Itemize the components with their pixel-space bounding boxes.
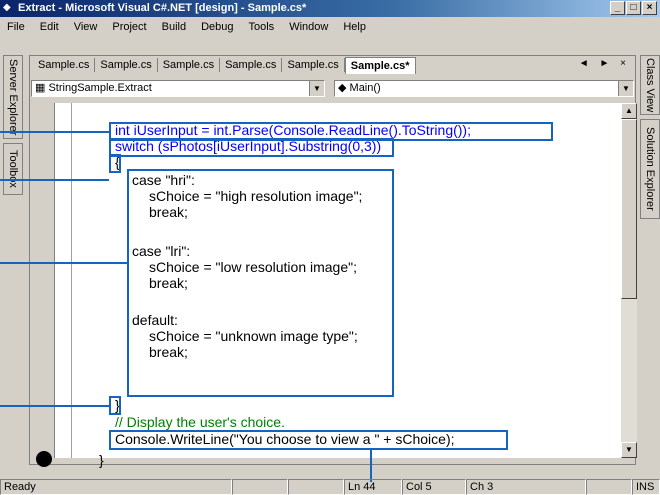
member-combo-value: Main() [349,82,381,94]
method-icon: ◆ [338,82,347,94]
doc-tab[interactable]: Sample.cs [95,58,158,72]
menu-project[interactable]: Project [105,21,154,33]
callout-line [0,131,109,133]
tab-navigation-icons[interactable]: ◄ ► × [579,58,630,69]
class-view-tab[interactable]: Class View [640,55,660,115]
highlight-box [109,396,121,415]
highlight-box [127,169,394,397]
title-bar: ◆ Extract - Microsoft Visual C#.NET [des… [0,0,660,17]
callout-line [0,405,109,407]
right-dock: Class View Solution Explorer [639,55,660,455]
status-ready: Ready [0,479,232,495]
code-line: } [99,452,104,468]
document-tab-strip: Sample.cs Sample.cs Sample.cs Sample.cs … [29,55,636,75]
member-combo[interactable]: ◆ Main() ▼ [334,80,634,97]
status-panel [232,479,288,495]
menu-tools[interactable]: Tools [242,21,283,33]
highlight-box [109,430,508,450]
status-line: Ln 44 [344,479,402,495]
doc-tab[interactable]: Sample.cs [220,58,283,72]
menu-build[interactable]: Build [155,21,194,33]
highlight-box [109,154,121,173]
menu-window[interactable]: Window [282,21,336,33]
callout-line [0,262,127,264]
highlight-box [109,138,394,157]
code-comment: // Display the user's choice. [115,414,285,430]
callout-line [0,179,109,181]
doc-tab[interactable]: Sample.cs [33,58,96,72]
callout-line [370,450,372,482]
doc-tab-active[interactable]: Sample.cs* [344,56,416,74]
code-editor[interactable]: int iUserInput = int.Parse(Console.ReadL… [33,103,621,468]
status-spacer [586,479,632,495]
doc-tab[interactable]: Sample.cs [158,58,221,72]
left-dock: Server Explorer Toolbox [0,55,26,455]
status-col: Col 5 [402,479,466,495]
breakpoint-icon[interactable] [36,451,52,467]
status-panel [288,479,344,495]
doc-tab[interactable]: Sample.cs [282,58,345,72]
minimize-button[interactable]: _ [610,1,625,15]
status-ch: Ch 3 [466,479,586,495]
toolbox-tab[interactable]: Toolbox [3,143,23,195]
menu-file[interactable]: File [0,21,33,33]
class-icon: ▦ [35,82,46,94]
menu-edit[interactable]: Edit [33,21,67,33]
scroll-down-icon[interactable]: ▼ [621,442,637,458]
menu-help[interactable]: Help [336,21,374,33]
status-mode: INS [632,479,660,495]
close-button[interactable]: × [642,1,657,15]
chevron-down-icon[interactable]: ▼ [618,81,633,96]
vertical-scrollbar[interactable]: ▲ ▼ [621,103,637,458]
vs-app-icon[interactable]: ◆ [3,1,17,15]
chevron-down-icon[interactable]: ▼ [309,81,324,96]
restore-button[interactable]: □ [626,1,641,15]
navigation-bar: ▦ StringSample.Extract ▼ ◆ Main() ▼ [31,77,634,99]
class-combo-value: StringSample.Extract [48,82,152,94]
solution-explorer-tab[interactable]: Solution Explorer [640,119,660,219]
class-combo[interactable]: ▦ StringSample.Extract ▼ [31,80,325,97]
menu-view[interactable]: View [67,21,106,33]
server-explorer-tab[interactable]: Server Explorer [3,55,23,139]
scroll-up-icon[interactable]: ▲ [621,103,637,119]
menu-bar: File Edit View Project Build Debug Tools… [0,17,660,36]
status-bar: Ready Ln 44 Col 5 Ch 3 INS [0,479,660,495]
window-title: Extract - Microsoft Visual C#.NET [desig… [18,2,307,14]
menu-debug[interactable]: Debug [194,21,241,33]
scroll-thumb[interactable] [621,119,637,299]
